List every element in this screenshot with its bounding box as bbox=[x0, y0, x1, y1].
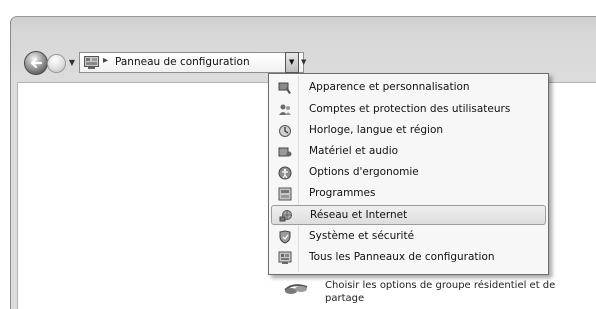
menu-item-hardware-audio[interactable]: Matériel et audio bbox=[271, 142, 546, 162]
homegroup-sharing-link[interactable]: Choisir les options de groupe résidentie… bbox=[325, 279, 593, 305]
users-icon bbox=[279, 104, 291, 115]
system-security-icon bbox=[279, 230, 291, 244]
menu-item-programs[interactable]: Programmes bbox=[271, 184, 546, 204]
programs-icon bbox=[278, 187, 292, 201]
chevron-down-icon: ▼ bbox=[289, 58, 295, 66]
ease-of-access-icon bbox=[278, 166, 292, 180]
forward-button[interactable] bbox=[47, 54, 66, 73]
menu-item-clock-language[interactable]: Horloge, langue et région bbox=[271, 121, 546, 141]
clock-language-icon bbox=[279, 125, 291, 137]
menu-item-network-internet[interactable]: Réseau et Internet bbox=[271, 205, 546, 225]
menu-item-system-security[interactable]: Système et sécurité bbox=[271, 227, 546, 247]
history-dropdown-icon[interactable]: ▼ bbox=[67, 58, 77, 68]
homegroup-sharing-line1: Choisir les options de groupe résidentie… bbox=[325, 280, 556, 291]
menu-item-label: Système et sécurité bbox=[309, 230, 415, 242]
all-control-panels-icon bbox=[278, 251, 292, 264]
menu-item-label: Apparence et personnalisation bbox=[309, 81, 470, 93]
menu-item-all-control-panels[interactable]: Tous les Panneaux de configuration bbox=[271, 248, 546, 268]
back-arrow-icon bbox=[30, 57, 43, 69]
homegroup-sharing-line2: partage bbox=[325, 293, 365, 304]
menu-item-label: Options d'ergonomie bbox=[309, 166, 419, 178]
menu-item-user-accounts[interactable]: Comptes et protection des utilisateurs bbox=[271, 100, 546, 120]
menu-item-label: Tous les Panneaux de configuration bbox=[309, 251, 495, 263]
menu-item-ease-of-access[interactable]: Options d'ergonomie bbox=[271, 163, 546, 183]
breadcrumb-separator-icon[interactable]: ▸ bbox=[103, 55, 108, 66]
menu-item-label: Matériel et audio bbox=[309, 145, 399, 157]
back-button[interactable] bbox=[24, 51, 48, 75]
menu-item-label: Comptes et protection des utilisateurs bbox=[309, 103, 511, 115]
address-history-dropdown-icon[interactable]: ▼ bbox=[301, 58, 306, 66]
address-bar[interactable]: ▸ Panneau de configuration ▼ ▼ bbox=[79, 52, 306, 73]
breadcrumb-dropdown-menu: Apparence et personnalisation Comptes et… bbox=[268, 73, 549, 275]
menu-item-appearance[interactable]: Apparence et personnalisation bbox=[271, 78, 546, 98]
breadcrumb-dropdown-button[interactable]: ▼ bbox=[285, 52, 299, 73]
menu-item-label: Réseau et Internet bbox=[310, 209, 408, 221]
appearance-icon bbox=[278, 82, 291, 94]
hardware-audio-icon bbox=[278, 147, 292, 157]
menu-item-label: Programmes bbox=[309, 187, 376, 199]
menu-item-label: Horloge, langue et région bbox=[309, 124, 444, 136]
homegroup-icon bbox=[284, 284, 308, 294]
breadcrumb-control-panel[interactable]: Panneau de configuration bbox=[115, 56, 250, 68]
network-icon bbox=[279, 210, 292, 222]
control-panel-icon bbox=[84, 56, 99, 69]
